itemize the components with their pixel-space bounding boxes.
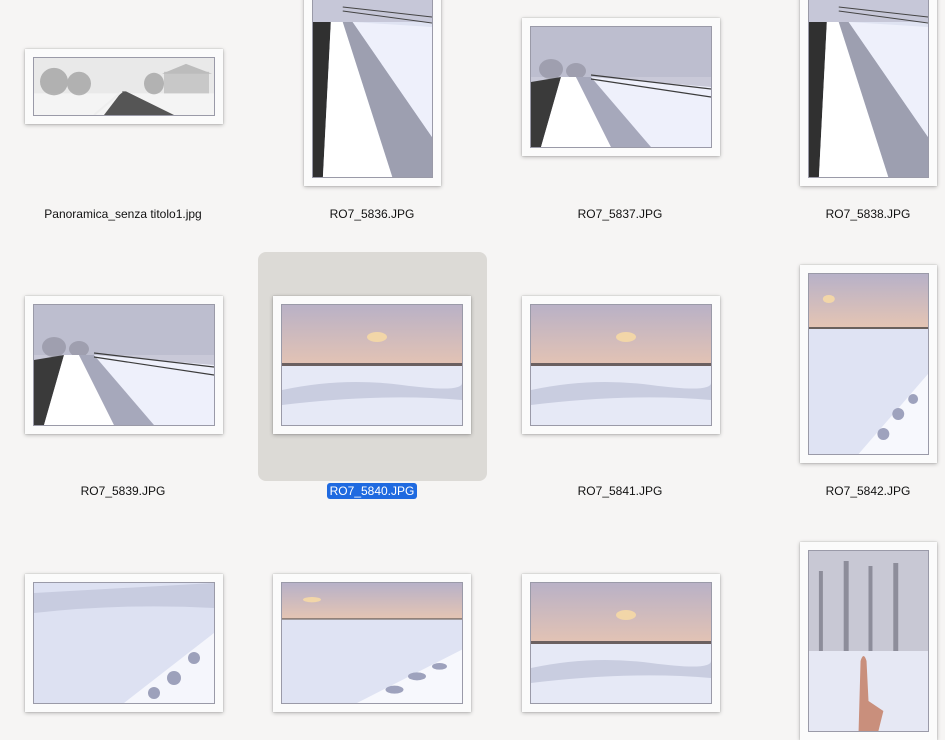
file-label[interactable]: Panoramica_senza titolo1.jpg — [8, 207, 238, 221]
thumbnail-ro7-5840[interactable] — [273, 296, 471, 434]
thumbnail-ro7-5841[interactable] — [522, 296, 720, 434]
file-icon-grid: Panoramica_senza titolo1.jpg RO7_5836.JP… — [0, 0, 945, 740]
thumbnail-row3-2[interactable] — [273, 574, 471, 712]
thumbnail-ro7-5838[interactable] — [800, 0, 937, 186]
photo-preview — [33, 57, 215, 116]
thumbnail-ro7-5837[interactable] — [522, 18, 720, 156]
photo-preview — [808, 550, 929, 732]
thumbnail-row3-1[interactable] — [25, 574, 223, 712]
file-label[interactable]: RO7_5841.JPG — [505, 484, 735, 498]
photo-preview — [33, 304, 215, 426]
file-label[interactable]: RO7_5837.JPG — [505, 207, 735, 221]
file-label[interactable]: RO7_5838.JPG — [753, 207, 945, 221]
file-label[interactable]: RO7_5839.JPG — [8, 484, 238, 498]
thumbnail-row3-3[interactable] — [522, 574, 720, 712]
photo-preview — [281, 582, 463, 704]
photo-preview — [530, 304, 712, 426]
photo-preview — [312, 0, 433, 178]
photo-preview — [530, 582, 712, 704]
file-label[interactable]: RO7_5842.JPG — [753, 484, 945, 498]
photo-preview — [808, 0, 929, 178]
thumbnail-row3-4[interactable] — [800, 542, 937, 740]
photo-preview — [33, 582, 215, 704]
photo-preview — [808, 273, 929, 455]
thumbnail-ro7-5842[interactable] — [800, 265, 937, 463]
photo-preview — [281, 304, 463, 426]
file-label[interactable]: RO7_5836.JPG — [257, 207, 487, 221]
file-label-selected[interactable]: RO7_5840.JPG — [257, 483, 487, 499]
photo-preview — [530, 26, 712, 148]
thumbnail-panoramica[interactable] — [25, 49, 223, 124]
thumbnail-ro7-5836[interactable] — [304, 0, 441, 186]
thumbnail-ro7-5839[interactable] — [25, 296, 223, 434]
